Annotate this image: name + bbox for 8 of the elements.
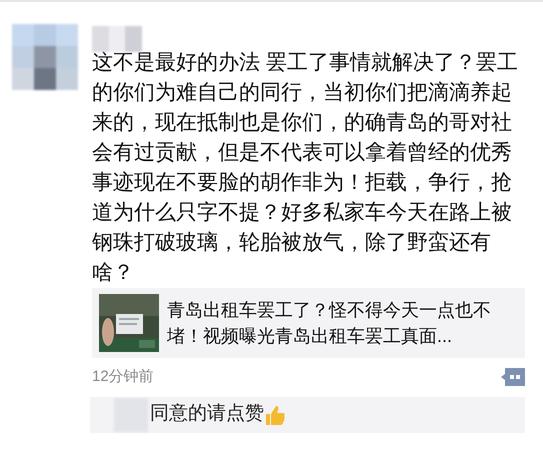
link-card[interactable]: 青岛出租车罢工了？怪不得今天一点也不堵！视频曝光青岛出租车罢工真面...: [92, 288, 525, 358]
link-title: 青岛出租车罢工了？怪不得今天一点也不堵！视频曝光青岛出租车罢工真面...: [167, 299, 492, 348]
thumbs-up-icon: [264, 404, 286, 426]
avatar[interactable]: [12, 24, 78, 90]
comment-text: 同意的请点赞: [150, 402, 264, 426]
comment-icon[interactable]: [501, 368, 525, 386]
post-text: 这不是最好的办法 罢工了事情就解决了？罢工的你们为难自己的同行，当初你们把滴滴养起来的，现在抵制也是你们，的确青岛的哥对社会有过贡献，但是不代表可以拿着曾经的优秀事迹现在不要脸的胡作非为！拒载，争行，抢道为什么只字不提？好多私家车今天在路上被钢珠打破玻璃，轮胎被放气，除了野蛮还有啥？: [92, 50, 519, 286]
post-time: 12分钟前: [92, 367, 154, 387]
